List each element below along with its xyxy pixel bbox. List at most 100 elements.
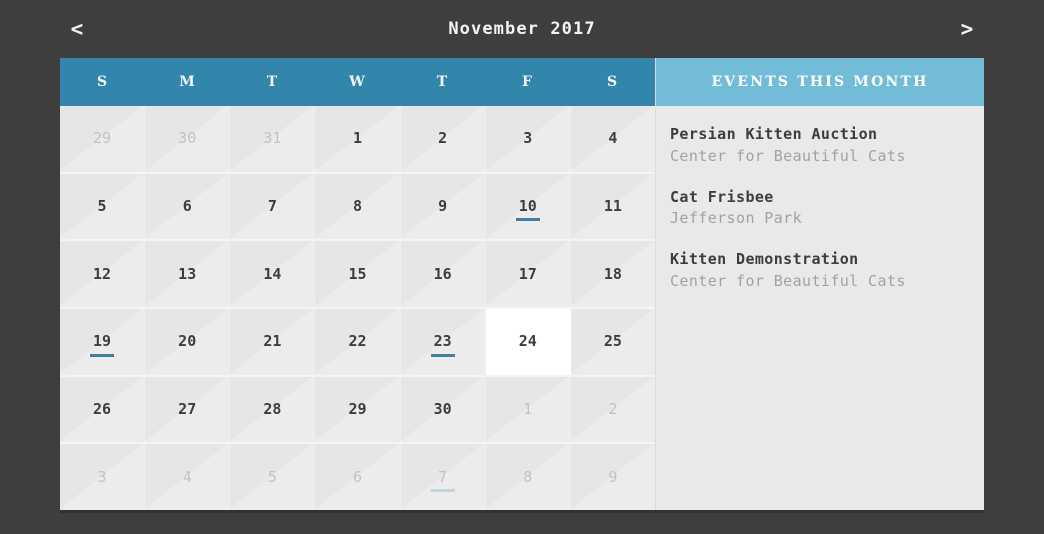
calendar-day-cell-selected[interactable]: 24 [485, 309, 571, 375]
day-number: 7 [267, 197, 277, 215]
calendar-day-cell[interactable]: 5 [60, 173, 146, 240]
calendar-day-cell[interactable]: 13 [145, 241, 231, 308]
calendar-day-cell[interactable]: 27 [145, 376, 231, 443]
calendar-day-cell[interactable]: 4 [145, 444, 231, 511]
day-number: 9 [438, 197, 448, 215]
calendar-weeks: 29 30 31 1 2 3 4 5 6 7 8 9 10 11 12 13 14 15 16 17 18 19 20 21 2… [60, 106, 655, 511]
calendar-day-cell[interactable]: 16 [400, 241, 486, 308]
calendar-day-cell[interactable]: 21 [230, 309, 316, 375]
events-list: Persian Kitten Auction Center for Beautif… [656, 106, 984, 510]
weekday-label: S [96, 74, 109, 90]
day-event-marker-icon [430, 353, 455, 357]
calendar-day-cell[interactable]: 4 [570, 106, 655, 172]
day-number: 17 [518, 264, 537, 283]
events-panel-header: EVENTS THIS MONTH [656, 58, 984, 106]
day-event-marker-icon [90, 353, 115, 357]
calendar-day-cell[interactable]: 1 [485, 376, 571, 443]
event-title: Persian Kitten Auction [670, 125, 878, 143]
calendar-day-cell[interactable]: 14 [230, 241, 316, 308]
calendar-day-cell[interactable]: 7 [400, 444, 486, 511]
weekday-label: F [522, 74, 533, 90]
calendar-day-cell[interactable]: 6 [145, 173, 231, 240]
previous-month-button[interactable]: < [62, 18, 92, 40]
event-venue: Jefferson Park [670, 209, 803, 228]
day-number: 29 [93, 129, 112, 148]
day-number: 4 [182, 467, 192, 486]
calendar-day-cell[interactable]: 3 [485, 106, 571, 172]
next-month-button[interactable]: > [952, 18, 982, 40]
calendar-day-cell[interactable]: 2 [570, 376, 655, 443]
calendar-day-cell[interactable]: 9 [400, 173, 486, 240]
day-number: 11 [603, 197, 622, 215]
calendar-day-cell[interactable]: 1 [315, 106, 401, 172]
calendar-day-cell[interactable]: 30 [400, 376, 486, 443]
calendar-day-cell[interactable]: 29 [315, 376, 401, 443]
event-list-item[interactable]: Cat Frisbee Jefferson Park [670, 187, 970, 231]
calendar-day-cell[interactable]: 8 [485, 444, 571, 511]
day-number: 8 [523, 467, 533, 486]
day-number: 7 [438, 467, 448, 486]
weekday-label: T [436, 74, 449, 90]
event-venue: Center for Beautiful Cats [670, 271, 906, 290]
day-number: 5 [97, 197, 107, 215]
calendar-day-cell[interactable]: 10 [485, 173, 571, 240]
day-number: 30 [178, 129, 197, 148]
calendar-day-cell[interactable]: 18 [570, 241, 655, 308]
calendar-day-cell[interactable]: 12 [60, 241, 146, 308]
day-event-marker-icon [430, 489, 455, 493]
calendar-navbar: < > [0, 0, 1044, 58]
calendar-day-cell[interactable]: 28 [230, 376, 316, 443]
day-event-marker-icon [515, 218, 540, 222]
day-number: 30 [433, 400, 452, 419]
calendar-day-cell[interactable]: 2 [400, 106, 486, 172]
day-number: 2 [438, 129, 448, 148]
calendar-day-cell[interactable]: 19 [60, 309, 146, 375]
calendar-day-cell[interactable]: 17 [485, 241, 571, 308]
weekday-label: W [349, 74, 366, 90]
day-number: 1 [352, 129, 362, 148]
calendar-week-row: 5 6 7 8 9 10 11 [60, 173, 655, 242]
calendar-app: < > November 2017 SMTWTFS 29 30 31 1 2 3 4 5 6 7 8… [0, 0, 1044, 534]
calendar-day-cell[interactable]: 31 [230, 106, 316, 172]
calendar-day-cell[interactable]: 6 [315, 444, 401, 511]
calendar-day-cell[interactable]: 7 [230, 173, 316, 240]
event-title: Kitten Demonstration [670, 250, 859, 268]
day-number: 16 [433, 264, 452, 283]
day-number: 2 [608, 400, 618, 419]
event-title: Cat Frisbee [670, 187, 774, 206]
calendar-day-cell[interactable]: 30 [145, 106, 231, 172]
events-panel: EVENTS THIS MONTH Persian Kitten Auction… [656, 58, 984, 510]
calendar-week-row: 12 13 14 15 16 17 18 [60, 241, 655, 310]
day-number: 12 [93, 264, 112, 283]
day-number: 6 [182, 197, 192, 215]
day-number: 5 [267, 467, 277, 486]
calendar-day-cell[interactable]: 23 [400, 309, 486, 375]
calendar-day-cell[interactable]: 8 [315, 173, 401, 240]
calendar-day-cell[interactable]: 29 [60, 106, 146, 172]
day-number: 4 [608, 129, 618, 148]
calendar-day-cell[interactable]: 25 [570, 309, 655, 375]
calendar-week-row: 19 20 21 22 23 24 25 [60, 309, 655, 377]
event-venue: Center for Beautiful Cats [670, 146, 906, 165]
calendar-grid: SMTWTFS 29 30 31 1 2 3 4 5 6 7 8 9 10 11 12 13 14 15 16 17 1… [60, 58, 656, 511]
day-number: 3 [523, 129, 533, 148]
day-number: 27 [178, 400, 197, 419]
calendar-day-cell[interactable]: 22 [315, 309, 401, 375]
event-list-item[interactable]: Kitten Demonstration Center for Beautiful… [670, 249, 970, 293]
calendar-day-cell[interactable]: 20 [145, 309, 231, 375]
day-number: 22 [348, 332, 367, 351]
day-number: 18 [603, 264, 622, 283]
day-number: 1 [523, 400, 533, 419]
day-number: 31 [263, 129, 282, 148]
calendar-week-row: 26 27 28 29 30 1 2 [60, 376, 655, 445]
calendar-day-cell[interactable]: 26 [60, 376, 146, 443]
calendar-day-cell[interactable]: 5 [230, 444, 316, 511]
event-list-item[interactable]: Persian Kitten Auction Center for Beautif… [670, 124, 970, 168]
calendar-day-cell[interactable]: 15 [315, 241, 401, 308]
day-number: 24 [518, 332, 537, 351]
calendar-day-cell[interactable]: 3 [60, 444, 146, 511]
calendar-day-cell[interactable]: 9 [570, 444, 655, 511]
calendar-day-cell[interactable]: 11 [570, 173, 655, 240]
day-number: 28 [263, 400, 282, 419]
day-number: 10 [518, 197, 537, 215]
